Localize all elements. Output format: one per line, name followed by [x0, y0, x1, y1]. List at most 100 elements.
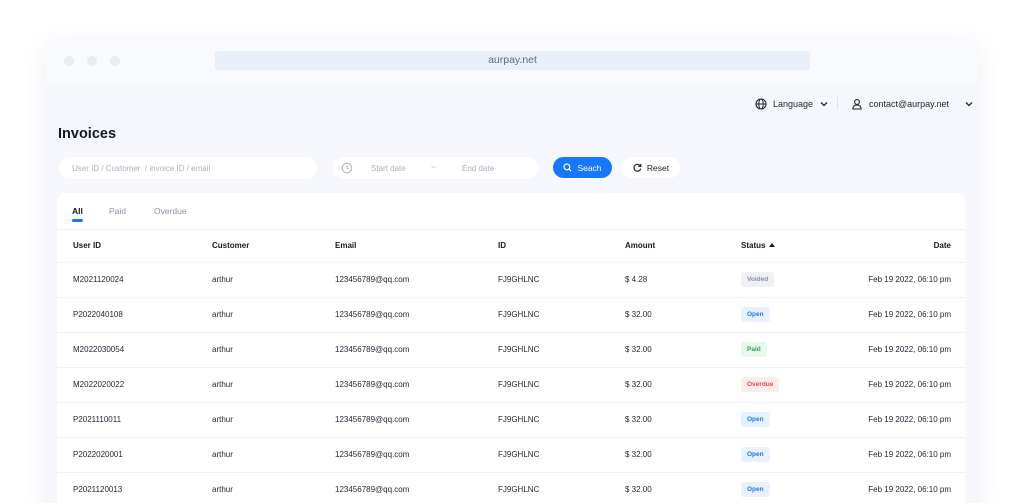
cell-amount: $ 32.00	[625, 437, 741, 473]
window-close-dot[interactable]	[64, 56, 74, 66]
table-header-row: User ID Customer Email ID Amount Status …	[57, 230, 965, 263]
start-date-field[interactable]: Start date	[371, 164, 406, 173]
cell-date: Feb 19 2022, 06:10 pm	[851, 367, 965, 403]
chevron-down-icon	[820, 102, 828, 107]
column-header-amount[interactable]: Amount	[625, 230, 741, 263]
cell-customer: arthur	[212, 402, 335, 438]
cell-email: 123456789@qq.com	[335, 437, 498, 473]
cell-invoice-id: FJ9GHLNC	[498, 367, 625, 403]
cell-email: 123456789@qq.com	[335, 472, 498, 503]
user-icon	[852, 99, 862, 110]
browser-chrome: aurpay.net	[45, 40, 978, 84]
search-button-label: Seach	[577, 162, 602, 173]
tab-overdue[interactable]: Overdue	[154, 206, 187, 216]
cell-status: Open	[741, 472, 851, 503]
cell-customer: arthur	[212, 332, 335, 368]
tab-all[interactable]: All	[72, 206, 83, 222]
cell-email: 123456789@qq.com	[335, 297, 498, 333]
cell-customer: arthur	[212, 437, 335, 473]
cell-invoice-id: FJ9GHLNC	[498, 472, 625, 503]
cell-amount: $ 32.00	[625, 332, 741, 368]
cell-amount: $ 32.00	[625, 402, 741, 438]
globe-icon	[755, 98, 767, 110]
status-badge: Open	[741, 412, 770, 427]
address-bar[interactable]: aurpay.net	[215, 51, 810, 70]
status-badge: Overdue	[741, 377, 780, 392]
account-email: contact@aurpay.net	[869, 99, 950, 109]
cell-status: Open	[741, 402, 851, 438]
chevron-down-icon	[965, 102, 973, 107]
cell-status: Open	[741, 437, 851, 473]
cell-invoice-id: FJ9GHLNC	[498, 402, 625, 438]
window-minimize-dot[interactable]	[87, 56, 97, 66]
cell-invoice-id: FJ9GHLNC	[498, 332, 625, 368]
cell-date: Feb 19 2022, 06:10 pm	[851, 472, 965, 503]
cell-date: Feb 19 2022, 06:10 pm	[851, 437, 965, 473]
column-header-customer[interactable]: Customer	[212, 230, 335, 263]
status-badge: Open	[741, 307, 770, 322]
page-title: Invoices	[58, 126, 117, 142]
cell-date: Feb 19 2022, 06:10 pm	[851, 402, 965, 438]
cell-user-id: P2021120013	[57, 472, 212, 503]
column-header-id[interactable]: ID	[498, 230, 625, 263]
table-row[interactable]: P2022020001 arthur 123456789@qq.com FJ9G…	[57, 437, 965, 473]
cell-status: Open	[741, 297, 851, 333]
cell-date: Feb 19 2022, 06:10 pm	[851, 332, 965, 368]
date-separator: ~	[431, 163, 436, 172]
cell-invoice-id: FJ9GHLNC	[498, 297, 625, 333]
language-selector[interactable]: Language	[755, 97, 828, 111]
cell-invoice-id: FJ9GHLNC	[498, 437, 625, 473]
date-range-picker[interactable]: Start date ~ End date	[332, 157, 538, 179]
table-row[interactable]: P2021120013 arthur 123456789@qq.com FJ9G…	[57, 472, 965, 503]
cell-date: Feb 19 2022, 06:10 pm	[851, 297, 965, 333]
nav-divider	[837, 97, 838, 110]
table-row[interactable]: M2022030054 arthur 123456789@qq.com FJ9G…	[57, 332, 965, 368]
cell-status: Voided	[741, 262, 851, 298]
end-date-field[interactable]: End date	[462, 164, 494, 173]
clock-icon	[341, 162, 353, 174]
status-badge: Voided	[741, 272, 775, 287]
table-row[interactable]: M2022020022 arthur 123456789@qq.com FJ9G…	[57, 367, 965, 403]
reset-button[interactable]: Reset	[622, 157, 680, 178]
reset-button-label: Reset	[646, 162, 670, 173]
status-badge: Open	[741, 482, 770, 497]
sort-up-icon[interactable]	[769, 243, 776, 248]
cell-user-id: P2021110011	[57, 402, 212, 438]
invoices-table: User ID Customer Email ID Amount Status …	[57, 230, 965, 503]
cell-email: 123456789@qq.com	[335, 262, 498, 298]
table-row[interactable]: P2021110011 arthur 123456789@qq.com FJ9G…	[57, 402, 965, 438]
cell-amount: $ 32.00	[625, 297, 741, 333]
column-header-date[interactable]: Date	[851, 230, 965, 263]
column-header-email[interactable]: Email	[335, 230, 498, 263]
search-icon	[563, 163, 572, 172]
cell-user-id: M2022030054	[57, 332, 212, 368]
refresh-icon	[633, 163, 642, 172]
cell-status: Paid	[741, 332, 851, 368]
column-header-status[interactable]: Status	[741, 230, 851, 263]
search-button[interactable]: Seach	[553, 157, 612, 178]
cell-amount: $ 32.00	[625, 367, 741, 403]
table-row[interactable]: M2021120024 arthur 123456789@qq.com FJ9G…	[57, 262, 965, 298]
column-header-user-id[interactable]: User ID	[57, 230, 212, 263]
cell-email: 123456789@qq.com	[335, 402, 498, 438]
cell-amount: $ 32.00	[625, 472, 741, 503]
invoices-card: All Paid Overdue User ID Customer Email …	[57, 193, 965, 503]
cell-user-id: P2022040108	[57, 297, 212, 333]
cell-date: Feb 19 2022, 06:10 pm	[851, 262, 965, 298]
cell-customer: arthur	[212, 367, 335, 403]
cell-email: 123456789@qq.com	[335, 367, 498, 403]
table-row[interactable]: P2022040108 arthur 123456789@qq.com FJ9G…	[57, 297, 965, 333]
cell-customer: arthur	[212, 262, 335, 298]
cell-email: 123456789@qq.com	[335, 332, 498, 368]
cell-user-id: M2021120024	[57, 262, 212, 298]
cell-status: Overdue	[741, 367, 851, 403]
search-input[interactable]	[59, 157, 317, 179]
status-header-label: Status	[741, 241, 766, 251]
language-label: Language	[773, 99, 814, 109]
browser-window: aurpay.net Language contact@aurpay.net I…	[45, 40, 978, 503]
tab-paid[interactable]: Paid	[109, 206, 126, 216]
tab-bar: All Paid Overdue	[57, 193, 965, 230]
account-menu[interactable]: contact@aurpay.net	[851, 97, 973, 111]
window-maximize-dot[interactable]	[110, 56, 120, 66]
status-badge: Paid	[741, 342, 767, 357]
